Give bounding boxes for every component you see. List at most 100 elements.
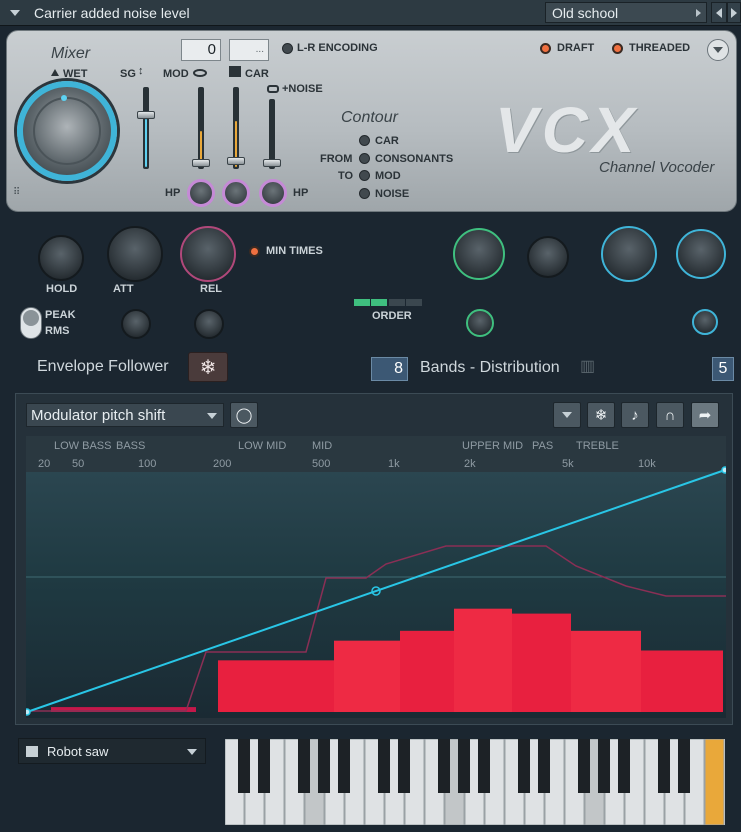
band-bar[interactable]	[641, 650, 723, 713]
rel-curve-knob[interactable]	[194, 309, 224, 339]
options-menu-button[interactable]	[707, 39, 729, 61]
peak-label: PEAK	[45, 309, 76, 321]
black-key[interactable]	[518, 739, 530, 793]
black-key[interactable]	[598, 739, 610, 793]
band-bar[interactable]	[334, 640, 400, 712]
black-key[interactable]	[538, 739, 550, 793]
menu-dropdown-button[interactable]	[4, 4, 26, 22]
chevron-down-icon	[713, 47, 723, 53]
mixer-title: Mixer	[51, 45, 91, 62]
contour-mod-radio[interactable]	[359, 170, 370, 181]
hold-knob[interactable]	[38, 235, 84, 281]
rel-knob[interactable]	[180, 226, 236, 282]
contour-noise-radio[interactable]	[359, 188, 370, 199]
piano-icon	[26, 746, 38, 757]
wet-label: WET	[63, 68, 88, 80]
draft-led[interactable]	[540, 43, 551, 54]
black-key[interactable]	[238, 739, 250, 793]
chevron-right-icon	[696, 9, 701, 17]
mod-fader-handle[interactable]	[192, 159, 210, 167]
graph-mode-select[interactable]: Modulator pitch shift	[26, 403, 224, 427]
piano-svg[interactable]	[225, 739, 725, 825]
white-key[interactable]	[704, 739, 725, 825]
contour-car-label: CAR	[375, 135, 399, 147]
contour-consonants-radio[interactable]	[359, 153, 370, 164]
freq-label: 2k	[464, 458, 476, 470]
curve-icon: ♪	[631, 406, 639, 424]
lips-button[interactable]: ◯	[230, 402, 258, 428]
pitch-line-point[interactable]	[23, 708, 31, 716]
black-key[interactable]	[338, 739, 350, 793]
curve-tool-button[interactable]: ♪	[621, 402, 649, 428]
black-key[interactable]	[398, 739, 410, 793]
noise-hp-knob[interactable]	[259, 179, 287, 207]
prev-preset-button[interactable]	[711, 2, 727, 23]
order-knob[interactable]	[466, 309, 494, 337]
logo-subtitle: Channel Vocoder	[599, 159, 715, 176]
triangle-up-icon	[51, 69, 59, 76]
band-bar[interactable]	[400, 630, 454, 712]
black-key[interactable]	[578, 739, 590, 793]
freq-label: 1k	[388, 458, 400, 470]
black-key[interactable]	[478, 739, 490, 793]
freq-label: 20	[38, 458, 51, 470]
att-knob[interactable]	[107, 226, 163, 282]
value-display[interactable]: 0	[181, 39, 221, 61]
width-knob[interactable]	[692, 309, 718, 335]
piano-keyboard[interactable]	[225, 739, 725, 825]
black-key[interactable]	[258, 739, 270, 793]
pitch-line-point[interactable]	[721, 466, 729, 474]
gender-knob[interactable]	[601, 226, 657, 282]
preset-selector[interactable]: Old school	[545, 2, 707, 23]
min-times-led[interactable]	[249, 246, 260, 257]
threaded-led[interactable]	[612, 43, 623, 54]
black-key[interactable]	[438, 739, 450, 793]
band-bar[interactable]	[512, 613, 571, 712]
magnet-button[interactable]: ∩	[656, 402, 684, 428]
lr-encoding-led[interactable]	[282, 43, 293, 54]
band-bar[interactable]	[454, 608, 512, 712]
wet-knob[interactable]	[17, 81, 117, 181]
contour-car-radio[interactable]	[359, 135, 370, 146]
bands-count-input[interactable]: 8	[371, 357, 408, 381]
magnet-icon: ∩	[664, 406, 676, 424]
black-key[interactable]	[458, 739, 470, 793]
edit-tool-button[interactable]: ➦	[691, 402, 719, 428]
band-label-low-bass: LOW BASS	[54, 440, 112, 452]
black-key[interactable]	[378, 739, 390, 793]
car-fader-handle[interactable]	[227, 157, 245, 165]
order-seg-4[interactable]	[406, 299, 422, 306]
order-seg-1[interactable]	[354, 299, 370, 306]
black-key[interactable]	[298, 739, 310, 793]
noise-fader-handle[interactable]	[263, 159, 281, 167]
freeze-graph-button[interactable]: ❄	[587, 402, 615, 428]
next-preset-button[interactable]	[727, 2, 741, 23]
att-curve-knob[interactable]	[121, 309, 151, 339]
hp-right-label: HP	[293, 187, 309, 199]
order-seg-3[interactable]	[389, 299, 405, 306]
black-key[interactable]	[678, 739, 690, 793]
graph-mode-label: Modulator pitch shift	[31, 407, 166, 424]
band-bar[interactable]	[571, 630, 641, 712]
peak-rms-switch[interactable]	[20, 307, 42, 339]
unison-knob[interactable]	[676, 229, 726, 279]
stereo-knob[interactable]	[527, 236, 569, 278]
black-key[interactable]	[318, 739, 330, 793]
bands-secondary-value[interactable]: 5	[712, 357, 734, 381]
carrier-select[interactable]: Robot saw	[18, 738, 206, 764]
order-seg-2[interactable]	[371, 299, 387, 306]
car-hp-knob[interactable]	[222, 179, 250, 207]
freeze-envelope-button[interactable]: ❄	[188, 352, 228, 382]
graph-svg[interactable]	[23, 436, 729, 718]
graph-menu-button[interactable]	[553, 402, 581, 428]
formant-knob[interactable]	[453, 228, 505, 280]
att-label: ATT	[113, 283, 134, 295]
band-label-bass: BASS	[116, 440, 146, 452]
mod-hp-knob[interactable]	[187, 179, 215, 207]
lips-icon: ◯	[235, 407, 253, 424]
value-display-2[interactable]: ...	[229, 39, 269, 61]
sg-fader-handle[interactable]	[137, 111, 155, 119]
pitch-graph[interactable]: LOW BASS BASS LOW MID MID UPPER MID PAS …	[23, 436, 729, 718]
black-key[interactable]	[618, 739, 630, 793]
black-key[interactable]	[658, 739, 670, 793]
